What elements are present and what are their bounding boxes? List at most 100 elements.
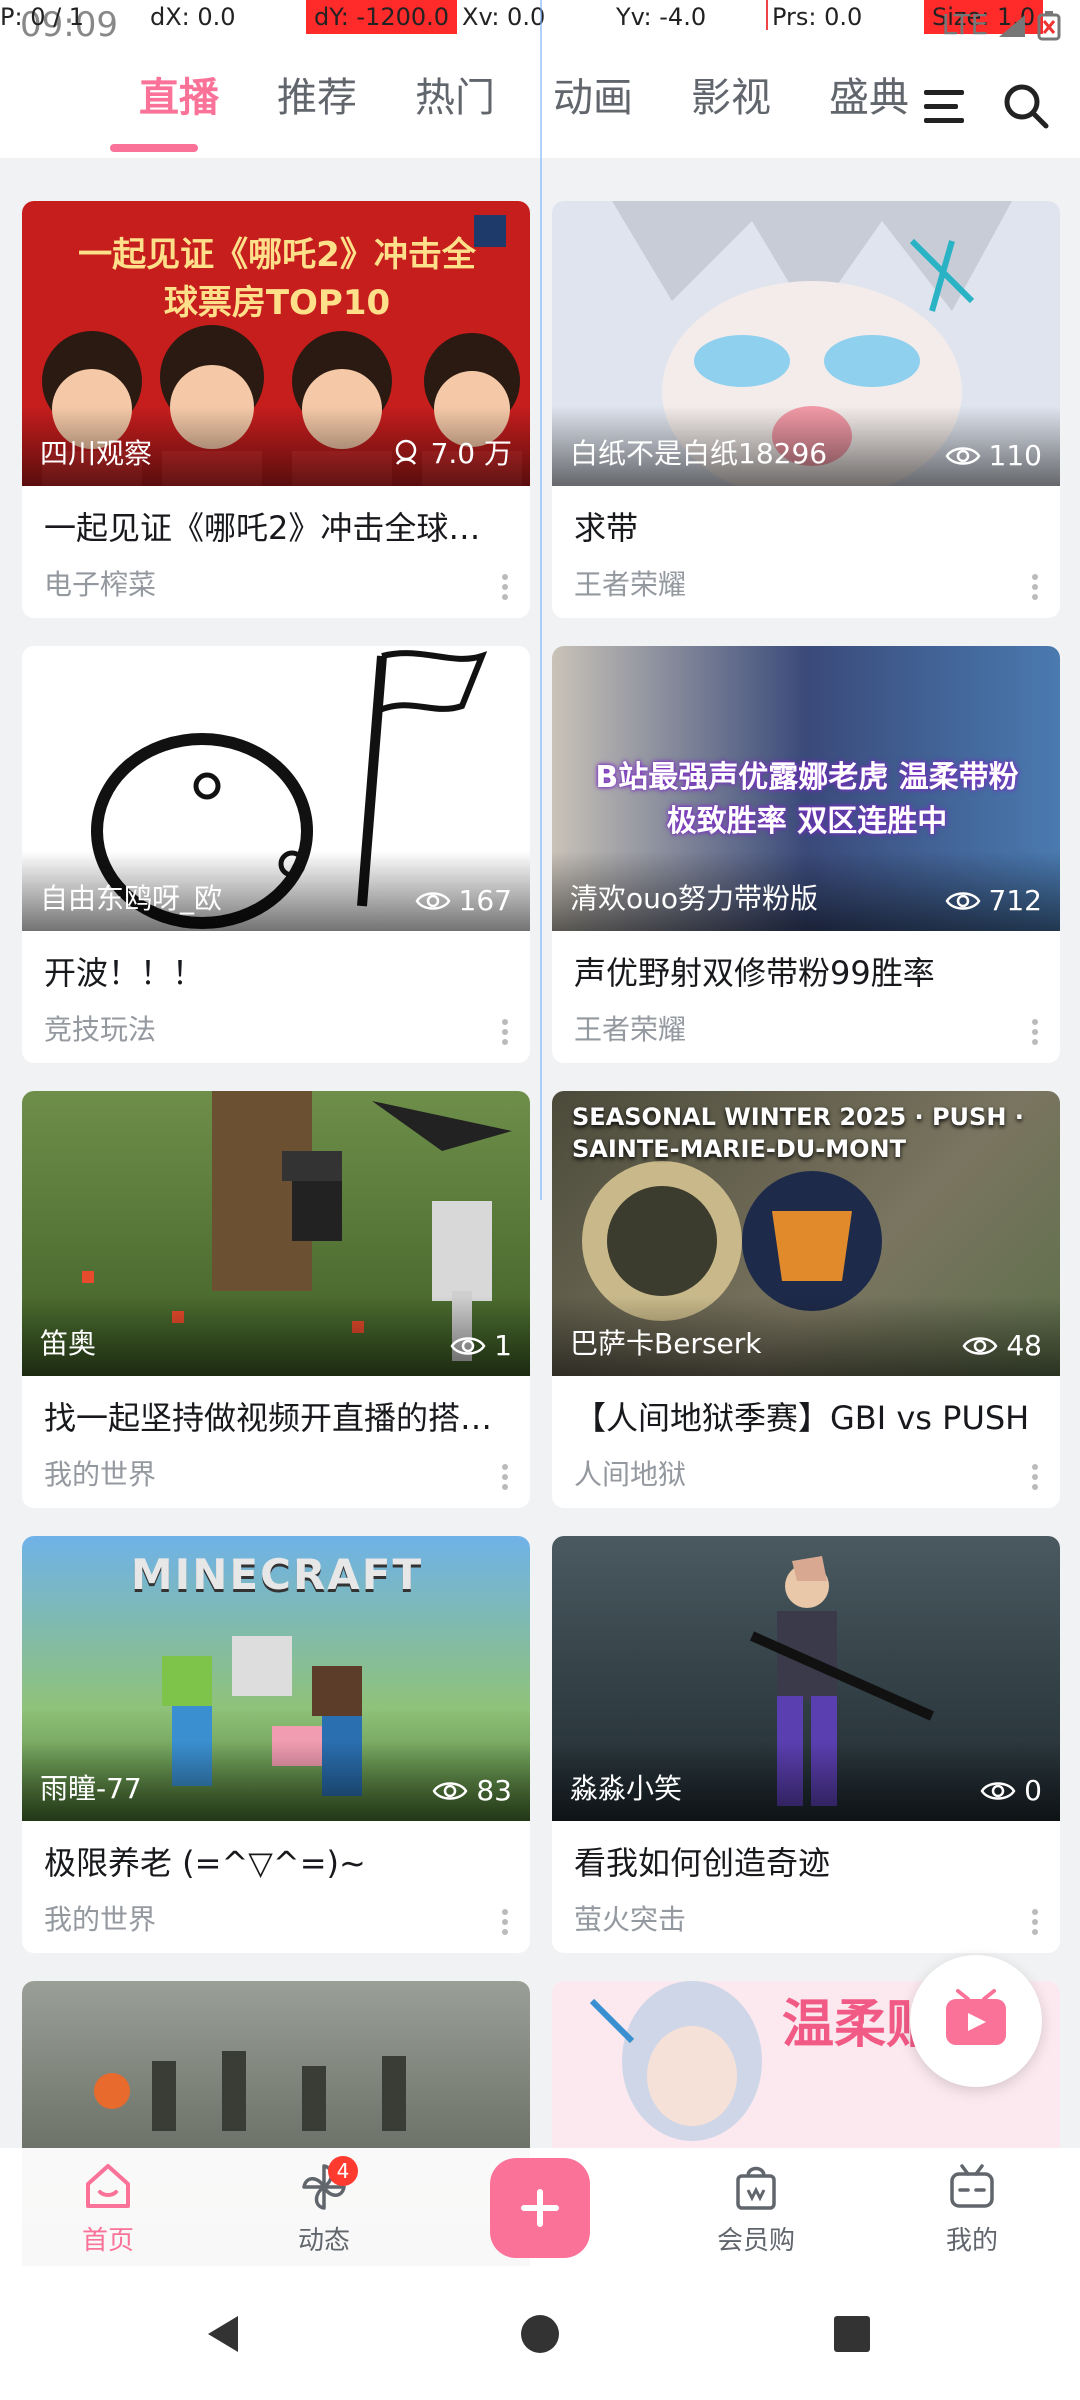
eye-icon bbox=[450, 1336, 486, 1355]
back-icon[interactable] bbox=[200, 2310, 248, 2358]
nav-label: 动态 bbox=[297, 2226, 350, 2256]
viewer-count-value: 83 bbox=[476, 1774, 512, 1807]
more-options-icon[interactable] bbox=[1032, 573, 1038, 601]
search-icon[interactable] bbox=[1000, 80, 1052, 132]
tab-live[interactable]: 直播 bbox=[110, 70, 248, 152]
menu-icon[interactable] bbox=[918, 80, 970, 132]
viewer-count: 167 bbox=[415, 884, 512, 917]
viewer-count-value: 110 bbox=[988, 439, 1042, 472]
live-card[interactable]: 一起见证《哪吒2》冲击全球票房TOP10 四川观察 7.0 万 一起见证《哪吒2… bbox=[22, 201, 530, 618]
uploader-name: 四川观察 bbox=[40, 437, 153, 470]
nav-mine[interactable]: 我的 bbox=[912, 2162, 1032, 2257]
eye-icon bbox=[980, 1781, 1016, 1800]
home-icon bbox=[86, 2164, 130, 2208]
battery-icon bbox=[1037, 11, 1061, 41]
live-card[interactable]: 白纸不是白纸18296 110 求带 王者荣耀 bbox=[552, 201, 1060, 618]
more-options-icon[interactable] bbox=[502, 1908, 508, 1936]
viewer-count: 48 bbox=[962, 1329, 1042, 1362]
live-title: 求带 bbox=[574, 509, 639, 547]
active-tab-indicator bbox=[110, 144, 198, 152]
live-thumbnail: 淼淼小笑 0 bbox=[552, 1536, 1060, 1821]
tv-icon bbox=[946, 1989, 1006, 2045]
plus-icon bbox=[521, 2189, 559, 2227]
live-card[interactable]: 淼淼小笑 0 看我如何创造奇迹 萤火突击 bbox=[552, 1536, 1060, 1953]
network-label: LTE bbox=[941, 8, 989, 41]
debug-guide-line bbox=[540, 0, 542, 1200]
debug-dx: dX: 0.0 bbox=[150, 3, 236, 31]
thumbnail-caption: SEASONAL WINTER 2025 · PUSH · SAINTE-MAR… bbox=[572, 1103, 1024, 1163]
uploader-name: 淼淼小笑 bbox=[570, 1772, 683, 1805]
notification-badge: 4 bbox=[328, 2156, 358, 2186]
eye-icon bbox=[945, 891, 981, 910]
live-card[interactable]: 自由东鸥呀_欧 167 开波！！！ 竞技玩法 bbox=[22, 646, 530, 1063]
debug-prs: Prs: 0.0 bbox=[772, 3, 863, 31]
debug-divider bbox=[766, 0, 768, 30]
nav-label: 首页 bbox=[81, 2226, 134, 2256]
live-category: 我的世界 bbox=[44, 1458, 157, 1491]
tab-recommended[interactable]: 推荐 bbox=[248, 70, 386, 130]
more-options-icon[interactable] bbox=[1032, 1908, 1038, 1936]
live-title: 开波！！！ bbox=[44, 954, 205, 992]
live-category: 竞技玩法 bbox=[44, 1013, 157, 1046]
thumbnail-caption: MINECRAFT bbox=[130, 1550, 424, 1599]
shopping-bag-icon bbox=[736, 2166, 776, 2210]
upload-button[interactable] bbox=[490, 2158, 590, 2258]
channel-tabs: 直播 推荐 热门 动画 影视 盛典 bbox=[110, 70, 938, 152]
viewer-count-value: 712 bbox=[988, 884, 1042, 917]
viewer-count: 110 bbox=[945, 439, 1042, 472]
viewer-count-value: 48 bbox=[1006, 1329, 1042, 1362]
live-title: 一起见证《哪吒2》冲击全球票… bbox=[44, 509, 504, 547]
live-category: 我的世界 bbox=[44, 1903, 157, 1936]
live-broadcast-button[interactable] bbox=[910, 1955, 1042, 2087]
recents-icon[interactable] bbox=[828, 2310, 876, 2358]
live-category: 王者荣耀 bbox=[574, 568, 687, 601]
channel-logo bbox=[474, 215, 506, 247]
viewer-count: 712 bbox=[945, 884, 1042, 917]
eye-icon bbox=[945, 446, 981, 465]
viewer-count-value: 0 bbox=[1024, 1774, 1042, 1807]
more-options-icon[interactable] bbox=[502, 573, 508, 601]
tab-film[interactable]: 影视 bbox=[662, 70, 800, 130]
viewer-count: 83 bbox=[432, 1774, 512, 1807]
live-card[interactable]: SEASONAL WINTER 2025 · PUSH · SAINTE-MAR… bbox=[552, 1091, 1060, 1508]
more-options-icon[interactable] bbox=[502, 1018, 508, 1046]
live-title: 看我如何创造奇迹 bbox=[574, 1844, 831, 1882]
more-options-icon[interactable] bbox=[1032, 1463, 1038, 1491]
live-thumbnail: 白纸不是白纸18296 110 bbox=[552, 201, 1060, 486]
nav-home[interactable]: 首页 bbox=[48, 2162, 168, 2257]
signal-icon bbox=[999, 15, 1026, 37]
nav-label: 我的 bbox=[945, 2226, 998, 2256]
nav-dynamics[interactable]: 4 动态 bbox=[264, 2156, 384, 2257]
debug-pointer: P: 0 / 1 bbox=[0, 3, 85, 31]
bottom-navigation: 首页 4 动态 会员购 我的 bbox=[0, 2148, 1080, 2266]
live-title: 【人间地狱季赛】GBI vs PUSH bbox=[574, 1399, 1030, 1437]
live-card[interactable]: B站最强声优露娜老虎 温柔带粉极致胜率 双区连胜中 清欢ouo努力带粉版 712… bbox=[552, 646, 1060, 1063]
nav-vip-shop[interactable]: 会员购 bbox=[696, 2162, 816, 2257]
live-card[interactable]: MINECRAFT 雨瞳-77 83 极限养老 (=^▽^=)~ 我的世界 bbox=[22, 1536, 530, 1953]
live-category: 萤火突击 bbox=[574, 1903, 687, 1936]
eye-icon bbox=[962, 1336, 998, 1355]
tab-hot[interactable]: 热门 bbox=[386, 70, 524, 130]
home-circle-icon[interactable] bbox=[516, 2310, 564, 2358]
debug-yv: Yv: -4.0 bbox=[616, 3, 707, 31]
live-card[interactable]: 笛奥 1 找一起坚持做视频开直播的搭… 我的世界 bbox=[22, 1091, 530, 1508]
network-indicator: LTE bbox=[942, 8, 1062, 42]
uploader-name: 清欢ouo努力带粉版 bbox=[570, 882, 819, 915]
tv-face-icon bbox=[950, 2164, 994, 2208]
live-title: 声优野射双修带粉99胜率 bbox=[574, 954, 935, 992]
viewer-count-value: 167 bbox=[458, 884, 512, 917]
live-category: 电子榨菜 bbox=[44, 568, 157, 601]
viewer-count: 1 bbox=[450, 1329, 512, 1362]
live-category: 王者荣耀 bbox=[574, 1013, 687, 1046]
eye-icon bbox=[415, 891, 451, 910]
viewer-count-value: 1 bbox=[494, 1329, 512, 1362]
live-thumbnail: MINECRAFT 雨瞳-77 83 bbox=[22, 1536, 530, 1821]
uploader-name: 巴萨卡Berserk bbox=[570, 1327, 762, 1360]
more-options-icon[interactable] bbox=[1032, 1018, 1038, 1046]
tab-anime[interactable]: 动画 bbox=[524, 70, 662, 130]
uploader-name: 雨瞳-77 bbox=[40, 1772, 142, 1805]
debug-xv: Xv: 0.0 bbox=[462, 3, 546, 31]
system-navigation-bar bbox=[0, 2266, 1080, 2400]
more-options-icon[interactable] bbox=[502, 1463, 508, 1491]
tab-label: 直播 bbox=[139, 75, 219, 121]
